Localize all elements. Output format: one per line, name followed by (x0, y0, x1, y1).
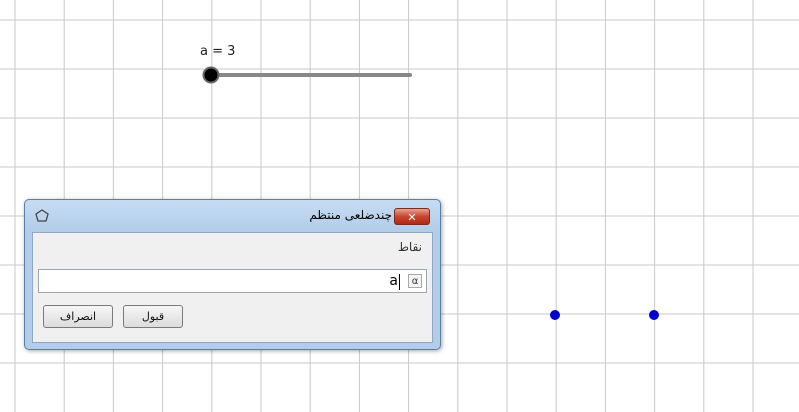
text-caret (399, 274, 400, 290)
regular-polygon-dialog: چندضلعی منتظم ✕ نقاط a α انصراف قبول (24, 199, 441, 350)
cancel-button[interactable]: انصراف (43, 305, 113, 328)
slider-handle[interactable] (202, 66, 220, 84)
points-input[interactable]: a α (38, 269, 427, 293)
points-label: نقاط (397, 240, 422, 254)
point-b[interactable] (649, 310, 659, 320)
regular-polygon-icon (35, 209, 49, 222)
dialog-title: چندضلعی منتظم (309, 208, 392, 222)
input-value: a (389, 273, 398, 289)
close-button[interactable]: ✕ (394, 208, 430, 225)
dialog-body: نقاط a α انصراف قبول (32, 232, 433, 343)
point-a[interactable] (550, 310, 560, 320)
ok-button[interactable]: قبول (123, 305, 183, 328)
slider-label: a = 3 (200, 44, 236, 59)
alpha-symbol-button[interactable]: α (408, 274, 422, 288)
dialog-titlebar[interactable]: چندضلعی منتظم ✕ (25, 200, 440, 232)
